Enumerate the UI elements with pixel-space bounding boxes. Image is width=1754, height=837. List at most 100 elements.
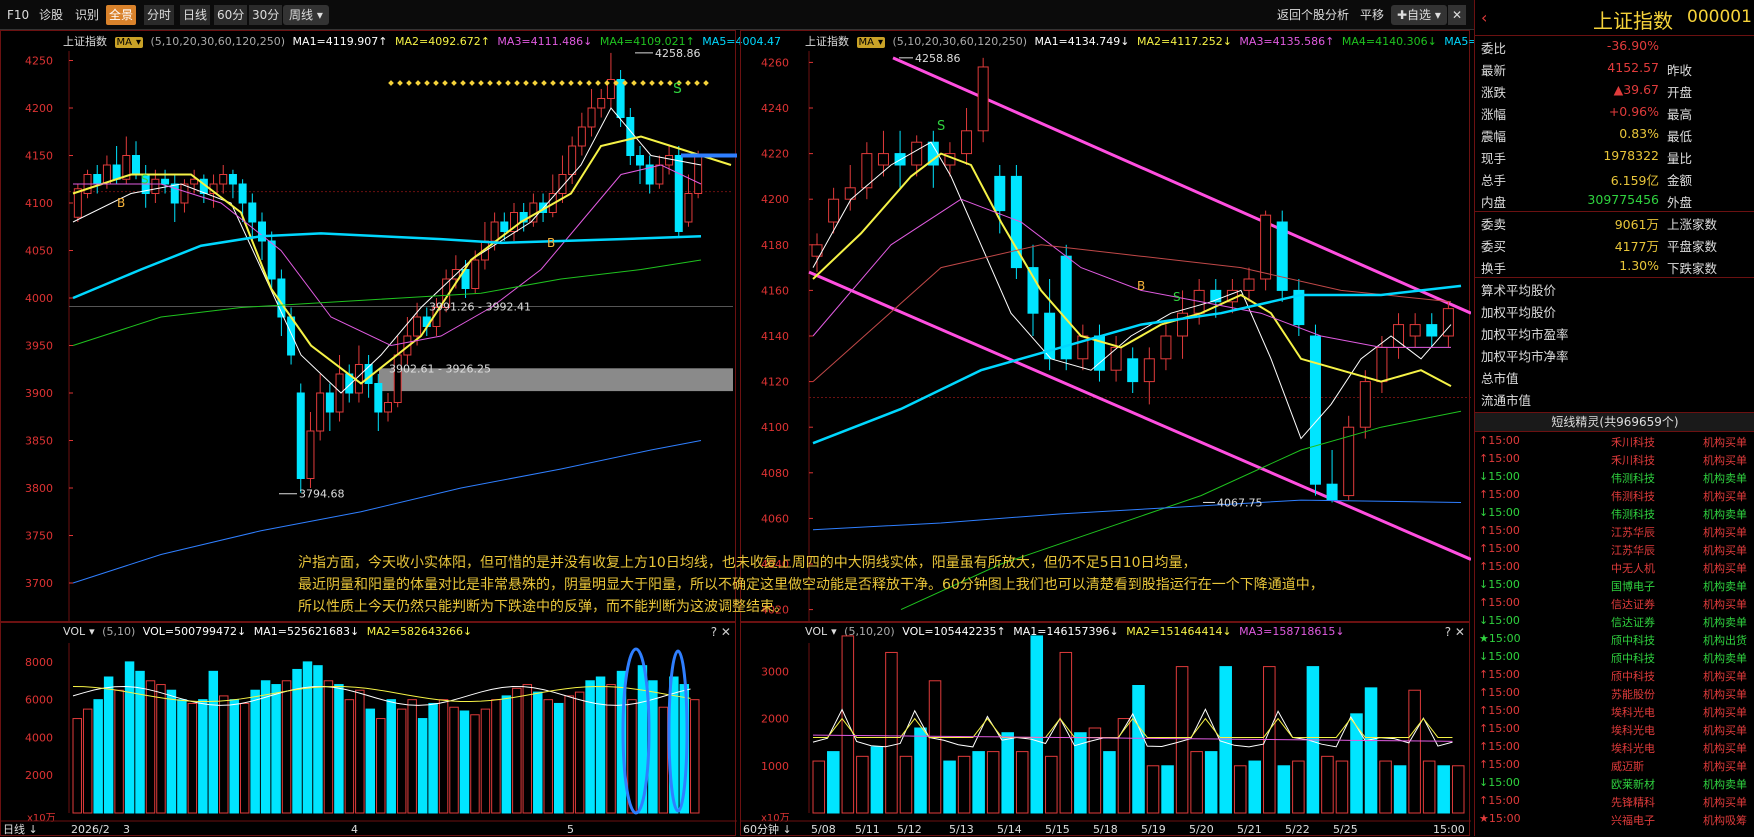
close-icon[interactable]: ✕ [1448, 5, 1466, 25]
candle-body [1243, 278, 1255, 291]
trade-row[interactable]: ↓15:00 伟测科技 机构卖单 [1475, 506, 1754, 524]
quote-value: 1.30% [1619, 258, 1659, 273]
back-to-stock-button[interactable]: 返回个股分析 [1274, 5, 1352, 25]
trade-action: 机构买单 [1703, 760, 1747, 773]
daily-button[interactable]: 日线 [180, 5, 211, 25]
trade-row[interactable]: ↑15:00 埃科光电 机构买单 [1475, 722, 1754, 740]
trade-row[interactable]: ↓15:00 国博电子 机构卖单 [1475, 578, 1754, 596]
candle-body [413, 316, 422, 337]
30min-button[interactable]: 30分 [249, 5, 283, 25]
trade-row[interactable]: ↑15:00 威迈斯 机构买单 [1475, 758, 1754, 776]
quote-key: 内盘 [1481, 195, 1507, 210]
trade-row[interactable]: ★15:00 兴福电子 机构吸筹 [1475, 812, 1754, 830]
volume-bar [972, 751, 985, 814]
volume-bar [386, 699, 396, 814]
diamond-marker [649, 80, 655, 86]
trade-stock: 颀中科技 [1611, 670, 1655, 683]
volume-bar [198, 699, 208, 814]
ma5-line [812, 141, 1452, 440]
back-icon[interactable]: ‹ [1481, 8, 1487, 27]
diamond-marker [640, 80, 646, 86]
quote-row: 委卖 9061万 上涨家数 [1475, 214, 1754, 236]
volume-bar [1030, 635, 1044, 814]
period-button[interactable]: 日线 ↓ [3, 822, 38, 836]
volume-bar [355, 689, 365, 814]
f10-button[interactable]: F10 [4, 5, 32, 25]
volume-bar [812, 760, 826, 814]
volume-bar [114, 689, 124, 814]
60min-button[interactable]: 60分 [214, 5, 248, 25]
diamond-marker [460, 80, 466, 86]
quote-stat-row: 算术平均股价 [1475, 280, 1754, 302]
chevron-down-icon: ▾ [316, 8, 323, 22]
quote-value: 309775456 [1587, 192, 1659, 207]
60min-kline-chart[interactable]: 上证指数 MA ▾ (5,10,20,30,60,120,250) MA1=413… [740, 30, 1506, 622]
candle-body [1127, 358, 1139, 383]
trade-row[interactable]: ↑15:00 禾川科技 机构买单 [1475, 434, 1754, 452]
y-tick-label: 4000 [25, 731, 53, 744]
period-button[interactable]: 60分钟 ↓ [743, 822, 792, 836]
diamond-marker [415, 80, 421, 86]
daily-kline-chart[interactable]: 上证指数 MA ▾ (5,10,20,30,60,120,250) MA1=411… [0, 30, 781, 622]
trade-row[interactable]: ↑15:00 先锋精科 机构买单 [1475, 794, 1754, 812]
sell-signal: S [673, 81, 682, 97]
timeshare-button[interactable]: 分时 [144, 5, 175, 25]
volume-bar [281, 680, 292, 814]
quote-key: 外盘 [1667, 195, 1693, 210]
trade-row[interactable]: ↑15:00 信达证券 机构买单 [1475, 596, 1754, 614]
trade-row[interactable]: ↓15:00 欧莱新材 机构卖单 [1475, 776, 1754, 794]
left-volume-chart[interactable]: VOL ▾ (5,10) VOL=500799472↓ MA1=525621683… [0, 622, 737, 836]
trade-row[interactable]: ↑15:00 江苏华辰 机构买单 [1475, 542, 1754, 560]
commentary-line: 最近阴量和阳量的体量对比是非常悬殊的，阴量明显大于阳量，所以不确定这里做空动能是… [298, 577, 1324, 593]
trade-stock: 颀中科技 [1611, 634, 1655, 647]
period-dropdown[interactable]: 周线 ▾ [283, 5, 329, 25]
volume-bar [885, 651, 898, 814]
volume-bar [1451, 765, 1465, 814]
y-tick-label: 3950 [25, 340, 53, 353]
trade-row[interactable]: ↑15:00 埃科光电 机构买单 [1475, 740, 1754, 758]
candle-body [258, 221, 266, 242]
diamond-marker [442, 80, 448, 86]
diamond-marker [595, 80, 601, 86]
x-tick-label: 5/15 [1045, 823, 1070, 836]
trade-row[interactable]: ↑15:00 苏能股份 机构买单 [1475, 686, 1754, 704]
trade-time: ↑15:00 [1479, 758, 1520, 771]
trade-row[interactable]: ↓15:00 伟测科技 机构卖单 [1475, 470, 1754, 488]
trade-time: ↑15:00 [1479, 452, 1520, 465]
right-volume-chart[interactable]: VOL ▾ (5,10,20) VOL=105442235↑ MA1=146157… [740, 622, 1471, 836]
trade-row[interactable]: ↓15:00 信达证券 机构卖单 [1475, 614, 1754, 632]
recognize-button[interactable]: 识别 [72, 5, 102, 25]
candle-body [616, 79, 625, 118]
trade-row[interactable]: ↑15:00 颀中科技 机构买单 [1475, 668, 1754, 686]
panorama-button[interactable]: 全景 [106, 5, 137, 25]
volume-bar [103, 676, 114, 814]
pan-button[interactable]: 平移 [1357, 5, 1387, 25]
trade-row[interactable]: ↑15:00 中无人机 机构买单 [1475, 560, 1754, 578]
quote-key: 开盘 [1667, 85, 1693, 100]
volume-bar [428, 702, 438, 814]
buy-signal: B [1137, 279, 1145, 293]
volume-bar [564, 695, 574, 814]
diamond-marker [658, 80, 664, 86]
trade-stock: 伟测科技 [1611, 472, 1655, 485]
right-kline-svg: 4260 4240 4220 4200 4180 4160 4140 4120 4100 4080… [761, 51, 1471, 621]
ma60-line [72, 259, 702, 346]
volume-bar [585, 680, 595, 814]
trade-row[interactable]: ↑15:00 伟测科技 机构买单 [1475, 488, 1754, 506]
trade-row[interactable]: ↓15:00 颀中科技 机构卖单 [1475, 650, 1754, 668]
trade-row[interactable]: ↑15:00 埃科光电 机构买单 [1475, 704, 1754, 722]
candle-body [1409, 324, 1421, 337]
add-watchlist-button[interactable]: ✚自选 ▾ [1391, 5, 1447, 25]
diagnose-button[interactable]: 诊股 [36, 5, 66, 25]
diamond-marker [433, 80, 439, 86]
x-tick-label: 5/14 [997, 823, 1022, 836]
trade-row[interactable]: ↑15:00 江苏华辰 机构买单 [1475, 524, 1754, 542]
quote-row: 内盘 309775456 外盘 [1475, 192, 1754, 214]
trade-row[interactable]: ↑15:00 禾川科技 机构买单 [1475, 452, 1754, 470]
candle-body [626, 117, 635, 156]
trade-row[interactable]: ★15:00 颀中科技 机构出货 [1475, 632, 1754, 650]
trade-action: 机构买单 [1703, 436, 1747, 449]
trade-time: ↑15:00 [1479, 722, 1520, 735]
trade-list[interactable]: ↑15:00 禾川科技 机构买单 ↑15:00 禾川科技 机构买单 ↓15:00 伟测科技 机构… [1475, 434, 1754, 836]
trade-action: 机构卖单 [1703, 580, 1747, 593]
